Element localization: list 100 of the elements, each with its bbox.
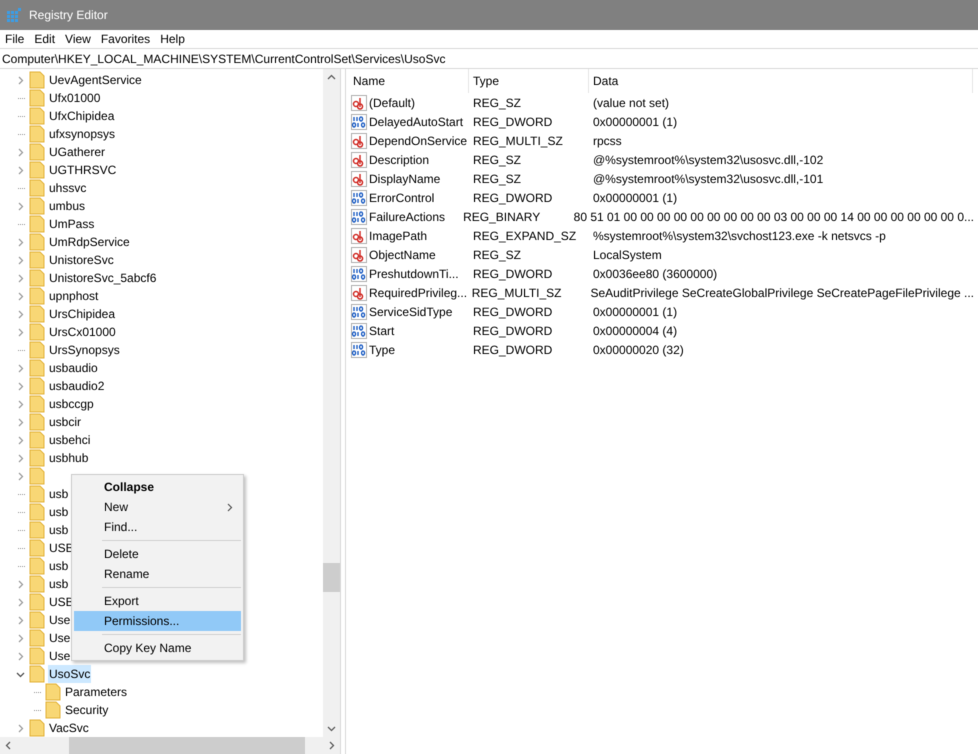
folder-icon <box>29 557 45 575</box>
value-name[interactable]: ServiceSidType <box>369 302 452 320</box>
folder-icon <box>29 233 45 251</box>
value-data: 0x00000004 (4) <box>592 322 678 340</box>
scrollbar-thumb[interactable] <box>323 563 340 592</box>
tree-item[interactable]: usb <box>48 503 70 521</box>
tree-item[interactable]: UmPass <box>48 215 96 233</box>
tree-item[interactable]: usbcir <box>48 413 82 431</box>
menu-item[interactable]: New <box>74 497 241 517</box>
horizontal-scrollbar[interactable] <box>0 737 340 754</box>
tree-item[interactable]: Ufx01000 <box>48 89 102 107</box>
folder-icon <box>29 485 45 503</box>
tree-item[interactable]: usb <box>48 557 70 575</box>
value-name[interactable]: ImagePath <box>369 226 428 244</box>
tree-item[interactable]: uhssvc <box>48 179 88 197</box>
tree-item[interactable]: UfxChipidea <box>48 107 116 125</box>
value-name[interactable]: Type <box>369 340 396 358</box>
folder-icon <box>29 323 45 341</box>
binary-value-icon <box>351 266 367 282</box>
value-data: 0x00000001 (1) <box>592 304 678 320</box>
menu-item[interactable]: Favorites <box>96 30 156 48</box>
folder-icon <box>29 629 45 647</box>
tree-item[interactable]: VacSvc <box>48 719 90 737</box>
tree-item[interactable]: UrsSynopsys <box>48 341 121 359</box>
tree-item[interactable]: usbaudio2 <box>48 377 106 395</box>
string-value-icon <box>351 246 367 262</box>
tree-item[interactable]: usb <box>48 575 70 593</box>
tree-item[interactable]: UGTHRSVC <box>48 161 118 179</box>
scrollbar-thumb[interactable] <box>69 737 305 754</box>
menu-item[interactable]: File <box>0 30 30 48</box>
tree-item[interactable]: upnphost <box>48 287 100 305</box>
tree-item[interactable]: UnistoreSvc_5abcf6 <box>48 269 158 287</box>
tree-item[interactable]: UrsChipidea <box>48 305 116 323</box>
folder-icon <box>29 575 45 593</box>
tree-item[interactable]: Use <box>48 611 72 629</box>
tree-item[interactable]: usbccgp <box>48 395 95 413</box>
tree-item[interactable]: UrsCx01000 <box>48 323 117 341</box>
value-name[interactable]: DisplayName <box>369 170 440 188</box>
menu-item[interactable]: View <box>60 30 96 48</box>
value-name[interactable]: ErrorControl <box>369 188 434 206</box>
value-type: REG_DWORD <box>472 342 554 358</box>
value-name[interactable]: DependOnService <box>369 132 468 150</box>
tree-item[interactable]: UnistoreSvc <box>48 251 115 269</box>
value-name[interactable]: RequiredPrivileg... <box>369 284 468 302</box>
value-data: @%systemroot%\system32\usosvc.dll,-102 <box>592 152 824 168</box>
tree-item[interactable]: Security <box>64 701 110 719</box>
tree-item[interactable]: UGatherer <box>48 143 106 161</box>
value-name[interactable]: FailureActions <box>369 208 446 226</box>
tree-item[interactable]: Use <box>48 629 72 647</box>
value-name[interactable]: (Default) <box>369 94 416 112</box>
tree-item[interactable]: usbehci <box>48 431 92 449</box>
menu-item[interactable]: Permissions... <box>74 611 241 631</box>
tree-item[interactable]: Parameters <box>64 683 128 701</box>
tree-item[interactable]: usb <box>48 485 70 503</box>
value-data: 0x00000001 (1) <box>592 190 678 206</box>
column-header[interactable]: Data <box>589 69 973 93</box>
folder-icon <box>29 287 45 305</box>
menu-item[interactable]: Export <box>74 591 241 611</box>
tree-item[interactable]: Use <box>48 647 72 665</box>
value-type: REG_MULTI_SZ <box>470 284 562 302</box>
tree-item[interactable]: usbaudio <box>48 359 99 377</box>
value-name[interactable]: DelayedAutoStart <box>369 112 464 130</box>
folder-icon <box>29 719 45 737</box>
folder-icon <box>29 413 45 431</box>
tree-item[interactable]: umbus <box>48 197 86 215</box>
column-header[interactable]: Type <box>469 69 589 93</box>
folder-icon <box>29 665 45 683</box>
tree-item[interactable]: UmRdpService <box>48 233 131 251</box>
folder-icon <box>29 503 45 521</box>
folder-icon <box>45 701 61 719</box>
value-type: REG_SZ <box>472 246 522 264</box>
tree-item[interactable]: UevAgentService <box>48 71 143 89</box>
value-data: (value not set) <box>592 94 670 112</box>
menu-item[interactable]: Help <box>155 30 190 48</box>
vertical-scrollbar[interactable] <box>323 69 340 737</box>
value-name[interactable]: Start <box>369 322 394 340</box>
tree-item[interactable]: UsoSvc <box>48 665 92 683</box>
menu-item[interactable]: Edit <box>29 30 60 48</box>
tree-item[interactable]: usb <box>48 521 70 539</box>
menu-item[interactable]: Copy Key Name <box>74 638 241 658</box>
menu-item[interactable]: Delete <box>74 544 241 564</box>
value-name[interactable]: PreshutdownTi... <box>369 264 459 282</box>
value-name[interactable]: Description <box>369 150 430 168</box>
value-data: @%systemroot%\system32\usosvc.dll,-101 <box>592 170 824 188</box>
address-bar[interactable]: Computer\HKEY_LOCAL_MACHINE\SYSTEM\CurrentControlSet\Services\UsoSvc <box>0 48 978 69</box>
value-type: REG_BINARY <box>462 208 542 226</box>
folder-icon <box>29 539 45 557</box>
folder-icon <box>29 377 45 395</box>
column-header[interactable]: Name <box>349 69 469 93</box>
string-value-icon <box>351 170 367 186</box>
folder-icon <box>29 431 45 449</box>
menu-item[interactable]: Rename <box>74 564 241 584</box>
value-data: 0x0036ee80 (3600000) <box>592 266 718 282</box>
tree-item[interactable]: usbhub <box>48 449 90 467</box>
value-name[interactable]: ObjectName <box>369 246 436 264</box>
menu-item[interactable]: Find... <box>74 517 241 537</box>
tree-item[interactable]: ufxsynopsys <box>48 125 116 143</box>
folder-icon <box>45 683 61 701</box>
folder-icon <box>29 467 45 485</box>
menu-item[interactable]: Collapse <box>74 477 241 497</box>
